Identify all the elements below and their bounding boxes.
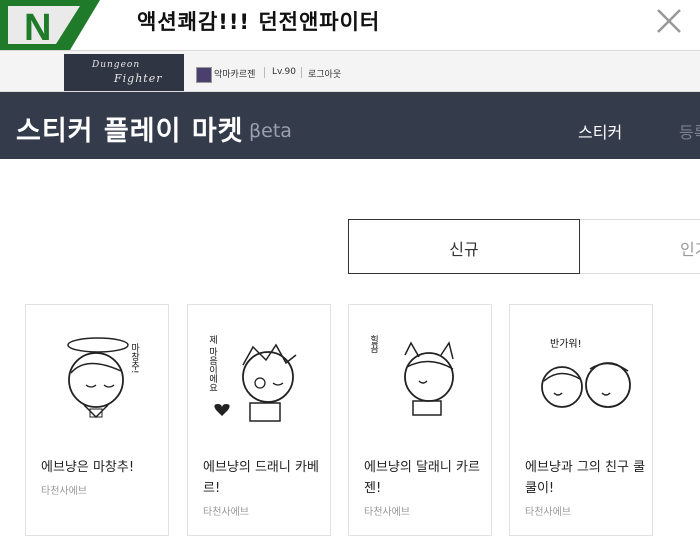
- card-title[interactable]: 에브냥은 마창추!: [41, 457, 163, 478]
- sticker-image: 제 마음이에요: [207, 335, 297, 422]
- site-header: 스티커 플레이 마켓 βeta 스티커 등록: [0, 92, 700, 159]
- tab-popular-label: 인기: [680, 240, 700, 259]
- banner-text: 액션쾌감!!! 던전앤파이터: [137, 10, 381, 34]
- card-author: 타천사에브: [203, 507, 249, 518]
- sticker-image: 힐끔: [368, 334, 454, 416]
- user-level: Lv.90: [272, 67, 296, 77]
- card-title[interactable]: 에브냥의 드래니 카베르!: [203, 457, 325, 499]
- avatar[interactable]: [196, 67, 212, 83]
- game-logo[interactable]: Dungeon Fighter: [64, 54, 184, 91]
- tab-new[interactable]: 신규: [348, 219, 580, 274]
- sticker-card[interactable]: 제 마음이에요 에브냥의 드래니 카베르! 타천사에브: [187, 304, 331, 536]
- game-logo-line2: Fighter: [114, 72, 163, 85]
- sticker-card[interactable]: 힐끔 에브냥의 달래니 카르젠! 타천사에브: [348, 304, 492, 536]
- sticker-caption: 반가워!: [550, 337, 582, 350]
- nav-sticker[interactable]: 스티커: [578, 119, 622, 143]
- card-author: 타천사에브: [41, 486, 87, 497]
- nexon-logo[interactable]: N: [0, 0, 100, 50]
- sticker-caption: 제 마음이에요: [207, 335, 217, 392]
- close-icon[interactable]: [652, 4, 686, 38]
- page-title[interactable]: 스티커 플레이 마켓: [16, 109, 244, 148]
- sticker-card[interactable]: 마창추! 에브냥은 마창추! 타천사에브: [25, 304, 169, 536]
- divider: [301, 67, 302, 78]
- sticker-caption: 힐끔: [368, 334, 378, 353]
- ad-banner[interactable]: N 액션쾌감!!! 던전앤파이터: [0, 0, 700, 51]
- game-logo-line1: Dungeon: [92, 60, 141, 70]
- sticker-image: 반가워!: [541, 337, 631, 408]
- logo-letter: N: [24, 7, 51, 49]
- card-author: 타천사에브: [364, 507, 410, 518]
- sticker-caption: 마창추!: [129, 343, 139, 374]
- nav-register[interactable]: 등록: [679, 119, 700, 143]
- card-title[interactable]: 에브냥의 달래니 카르젠!: [364, 457, 486, 499]
- username[interactable]: 악마카르젠: [214, 67, 255, 80]
- logout-link[interactable]: 로그아웃: [308, 67, 341, 80]
- card-author: 타천사에브: [525, 507, 571, 518]
- beta-badge: βeta: [249, 120, 292, 142]
- tab-new-label: 신규: [449, 240, 479, 259]
- sticker-image: 마창추!: [67, 337, 139, 419]
- card-title[interactable]: 에브냥과 그의 친구 쿨쿨이!: [525, 457, 647, 499]
- tab-popular[interactable]: 인기: [580, 219, 700, 274]
- divider: [264, 67, 265, 78]
- sticker-card[interactable]: 반가워! 에브냥과 그의 친구 쿨쿨이! 타천사에브: [509, 304, 653, 536]
